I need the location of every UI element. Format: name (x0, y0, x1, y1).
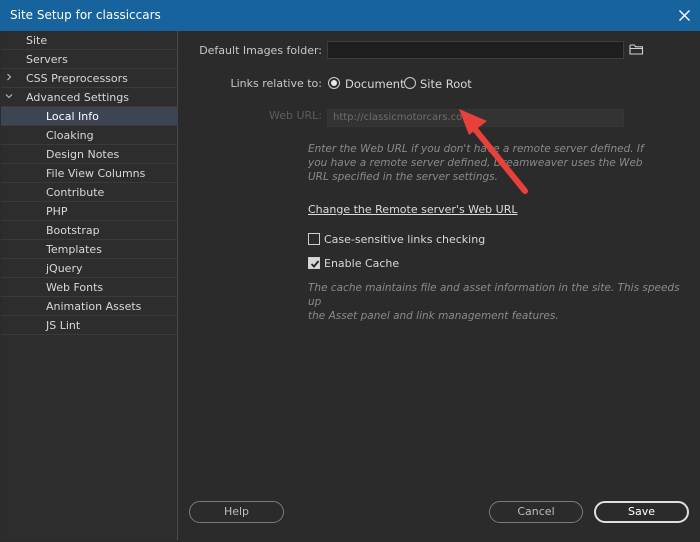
chevron-right-icon[interactable] (5, 73, 13, 81)
sidebar-item-animation-assets[interactable]: Animation Assets (1, 297, 178, 316)
local-info-panel: Default Images folder: Links relative to… (179, 31, 699, 540)
cache-help: The cache maintains file and asset infor… (308, 281, 693, 323)
cache-help-line: the Asset panel and link management feat… (308, 310, 559, 322)
sidebar-item-local-info[interactable]: Local Info (1, 107, 178, 126)
links-relative-label: Links relative to: (230, 77, 323, 90)
default-images-field[interactable] (327, 41, 624, 59)
radio-document-label: Document (345, 77, 405, 91)
sidebar-item-cloaking[interactable]: Cloaking (1, 126, 178, 145)
radio-document[interactable] (328, 77, 340, 89)
sidebar-item-label: JS Lint (46, 319, 81, 332)
category-sidebar: Site Servers CSS Preprocessors Advanced Set… (1, 31, 178, 540)
sidebar-item-label: Cloaking (46, 129, 94, 142)
browse-folder-button[interactable] (629, 43, 645, 57)
radio-site-root-label: Site Root (420, 77, 472, 91)
window-title: Site Setup for classiccars (10, 8, 161, 22)
sidebar-item-label: Advanced Settings (26, 91, 129, 104)
case-sensitive-checkbox[interactable] (308, 233, 320, 245)
help-button[interactable]: Help (189, 501, 284, 523)
sidebar-item-label: Contribute (46, 186, 105, 199)
sidebar-item-label: Templates (46, 243, 102, 256)
enable-cache-label: Enable Cache (324, 257, 400, 270)
sidebar-item-design-notes[interactable]: Design Notes (1, 145, 178, 164)
sidebar-item-label: Design Notes (46, 148, 120, 161)
sidebar-item-servers[interactable]: Servers (1, 50, 178, 69)
cancel-button[interactable]: Cancel (489, 501, 583, 523)
chevron-down-icon[interactable] (5, 92, 13, 100)
enable-cache-checkbox[interactable] (308, 257, 320, 269)
sidebar-item-label: jQuery (46, 262, 83, 275)
sidebar-item-templates[interactable]: Templates (1, 240, 178, 259)
default-images-label: Default Images folder: (199, 44, 322, 57)
sidebar-item-file-view-columns[interactable]: File View Columns (1, 164, 178, 183)
sidebar-item-label: Web Fonts (46, 281, 104, 294)
case-sensitive-label: Case-sensitive links checking (324, 233, 486, 246)
annotation-arrow-icon (459, 109, 528, 194)
sidebar-item-label: File View Columns (46, 167, 146, 180)
sidebar-item-site[interactable]: Site (1, 31, 178, 50)
close-button[interactable] (669, 0, 700, 31)
sidebar-item-jquery[interactable]: jQuery (1, 259, 178, 278)
sidebar-item-bootstrap[interactable]: Bootstrap (1, 221, 178, 240)
sidebar-item-css-preprocessors[interactable]: CSS Preprocessors (1, 69, 178, 88)
web-url-label: Web URL: (268, 109, 322, 122)
checkmark-icon (310, 260, 320, 268)
change-remote-url-link[interactable]: Change the Remote server's Web URL (308, 203, 517, 216)
radio-site-root[interactable] (404, 77, 416, 89)
sidebar-item-label: Site (26, 34, 48, 47)
sidebar-item-web-fonts[interactable]: Web Fonts (1, 278, 178, 297)
sidebar-item-label: Servers (26, 53, 68, 66)
sidebar-item-label: CSS Preprocessors (26, 72, 128, 85)
folder-icon (629, 44, 644, 55)
sidebar-item-label: Bootstrap (46, 224, 100, 237)
sidebar-item-contribute[interactable]: Contribute (1, 183, 178, 202)
cache-help-line: The cache maintains file and asset infor… (308, 282, 680, 308)
sidebar-item-advanced-settings[interactable]: Advanced Settings (1, 88, 178, 107)
close-icon (679, 10, 690, 21)
sidebar-item-label: PHP (46, 205, 68, 218)
sidebar-item-php[interactable]: PHP (1, 202, 178, 221)
sidebar-item-label: Animation Assets (46, 300, 142, 313)
save-button[interactable]: Save (594, 501, 689, 523)
title-bar: Site Setup for classiccars (0, 0, 700, 31)
sidebar-item-label: Local Info (46, 110, 99, 123)
sidebar-item-js-lint[interactable]: JS Lint (1, 316, 178, 335)
